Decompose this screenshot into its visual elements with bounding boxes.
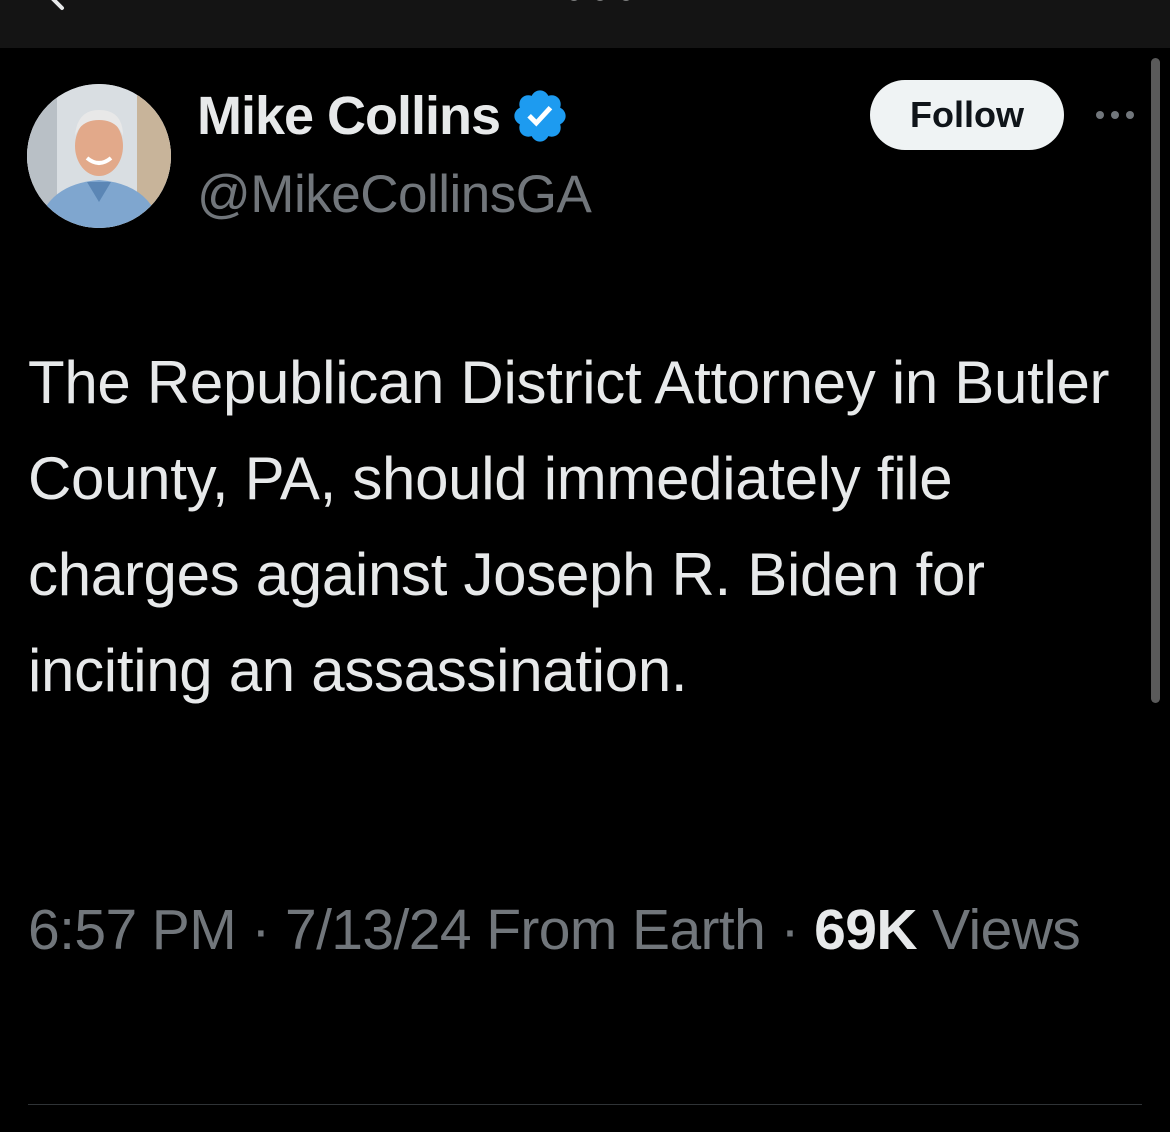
tweet-location: From Earth — [486, 898, 766, 962]
top-navigation-bar — [0, 0, 1170, 48]
divider — [28, 1104, 1142, 1105]
author-handle[interactable]: @MikeCollinsGA — [197, 164, 592, 225]
views-count[interactable]: 69K — [814, 898, 917, 962]
author-display-name[interactable]: Mike Collins — [197, 85, 501, 147]
author-name-row[interactable]: Mike Collins — [197, 82, 570, 150]
meta-separator: · — [251, 898, 270, 962]
back-arrow-icon[interactable] — [40, 0, 76, 14]
tweet-text: The Republican District Attorney in Butl… — [28, 349, 1110, 704]
more-horizontal-icon[interactable] — [1092, 103, 1138, 127]
avatar-image — [27, 84, 171, 228]
tweet-time[interactable]: 6:57 PM — [28, 898, 237, 962]
follow-button[interactable]: Follow — [870, 80, 1064, 150]
verified-badge-icon — [514, 90, 566, 142]
tweet-metadata: 6:57 PM · 7/13/24 From Earth · 69K Views — [28, 890, 1128, 970]
tweet-date[interactable]: 7/13/24 — [285, 898, 472, 962]
scrollbar[interactable] — [1151, 58, 1160, 703]
avatar[interactable] — [27, 84, 171, 228]
top-bar-title-fragment — [570, 0, 630, 1]
views-label[interactable]: Views — [932, 898, 1081, 962]
meta-separator: · — [780, 898, 800, 962]
